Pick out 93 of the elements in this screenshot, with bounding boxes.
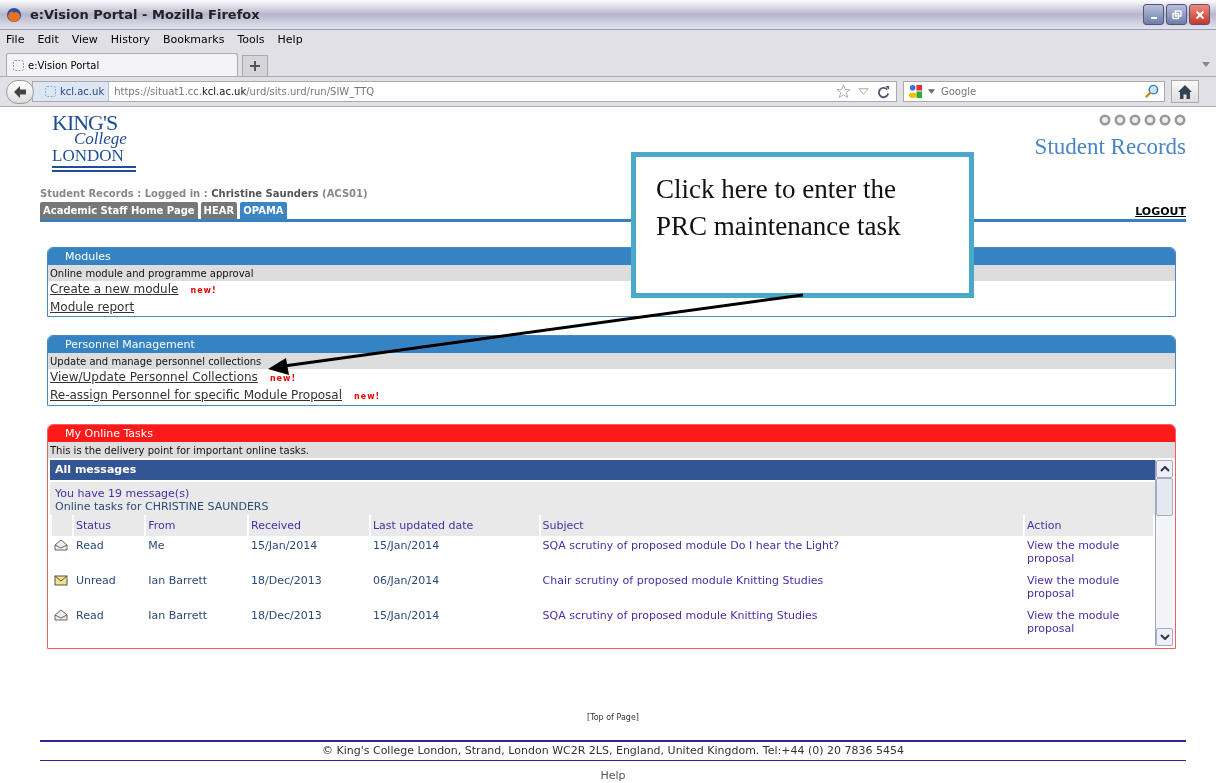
callout-box: Click here to enter the PRC maintenance task	[631, 152, 974, 298]
nav-circle-icon[interactable]	[1174, 114, 1186, 126]
envelope-icon	[54, 574, 68, 586]
menu-item[interactable]: Tools	[237, 33, 265, 46]
caret-icon[interactable]	[928, 89, 935, 94]
scrollbar[interactable]	[1155, 460, 1173, 646]
restore-button[interactable]	[1166, 4, 1187, 25]
search-engine-icon[interactable]	[908, 84, 923, 99]
page-icon	[13, 59, 24, 71]
scroll-up-icon[interactable]	[1159, 466, 1170, 472]
open-envelope-icon	[54, 609, 68, 621]
date-cell-text: 18/Dec/2013	[250, 608, 323, 624]
panel-link[interactable]: Re-assign Personnel for specific Module Proposal	[50, 387, 343, 404]
plus-icon	[250, 61, 260, 71]
back-button[interactable]	[6, 79, 34, 104]
site-title: Student Records	[1034, 134, 1186, 160]
action-link[interactable]: View the module proposal	[1027, 574, 1151, 600]
message-count: You have 19 message(s)	[55, 487, 190, 500]
column-header: Action	[1025, 515, 1153, 536]
menu-item[interactable]: History	[110, 33, 150, 46]
from-cell-text: Ian Barrett	[147, 608, 209, 624]
subject-link[interactable]: Chair scrutiny of proposed module Knitting Studies	[542, 574, 824, 587]
new-label: new!	[354, 391, 381, 403]
column-header: Status	[74, 515, 145, 536]
close-button[interactable]	[1189, 4, 1210, 25]
panel-header: My Online Tasks	[48, 425, 1175, 442]
date-cell-text: 15/Jan/2014	[371, 608, 441, 624]
action-link[interactable]: View the module proposal	[1027, 609, 1151, 635]
from-cell-text: Ian Barrett	[147, 573, 209, 589]
open-envelope-icon	[54, 539, 68, 551]
window-title: e:Vision Portal - Mozilla Firefox	[30, 7, 260, 22]
date-cell-text: 15/Jan/2014	[250, 538, 319, 554]
menu-item[interactable]: Help	[277, 33, 303, 46]
messages-header: All messages	[50, 460, 1155, 480]
menu-item[interactable]: Edit	[37, 33, 59, 46]
college-logo: KING'S College LONDON	[52, 112, 136, 184]
subject-link[interactable]: SQA scrutiny of proposed module Do I hear the Light?	[542, 539, 840, 552]
search-icon[interactable]	[1144, 84, 1159, 99]
date-cell-text: 06/Jan/2014	[371, 573, 441, 589]
home-button[interactable]	[1171, 80, 1199, 103]
minimize-button[interactable]	[1143, 4, 1164, 25]
owner-label: Online tasks for CHRISTINE SAUNDERS	[55, 500, 269, 513]
help-link[interactable]: Help	[600, 769, 626, 782]
login-status: Student Records : Logged in : Christine Saunders (ACS01)	[40, 188, 368, 199]
nav-circle-icon[interactable]	[1129, 114, 1141, 126]
menu-item[interactable]: File	[6, 33, 25, 46]
status-cell-text: Read	[75, 538, 105, 554]
panel-link[interactable]: View/Update Personnel Collections	[50, 369, 258, 386]
column-header: Received	[249, 515, 369, 536]
panel-link[interactable]: Create a new module	[50, 281, 179, 298]
new-tab-button[interactable]	[242, 55, 268, 76]
scrollbar-thumb[interactable]	[1156, 478, 1173, 516]
panel-description: Update and manage personnel collections	[48, 353, 1175, 369]
from-cell-text: Me	[147, 538, 166, 554]
panel-link[interactable]: Module report	[50, 299, 135, 316]
panel-header: Personnel Management	[48, 336, 1175, 353]
column-header: Subject	[540, 515, 1023, 536]
copyright-text: © King's College London, Strand, London WC2R 2LS, England, United Kingdom. Tel:+44 (0) 20 7836 5454	[40, 742, 1186, 761]
nav-circle-icon[interactable]	[1099, 114, 1111, 126]
browser-tab[interactable]: e:Vision Portal	[6, 53, 238, 76]
page-tab[interactable]: HEAR	[200, 202, 238, 219]
column-header: From	[146, 515, 247, 536]
search-box[interactable]: Google	[903, 81, 1165, 102]
menu-item[interactable]: Bookmarks	[163, 33, 225, 46]
subject-link[interactable]: SQA scrutiny of proposed module Knitting Studies	[542, 609, 818, 622]
dropdown-icon[interactable]	[1202, 62, 1210, 67]
logout-link[interactable]: LOGOUT	[1135, 205, 1186, 219]
date-cell-text: 15/Jan/2014	[371, 538, 441, 554]
page-tab[interactable]: Academic Staff Home Page	[40, 202, 198, 219]
page-icon	[45, 86, 56, 97]
address-bar[interactable]: kcl.ac.uk https://situat1.cc.kcl.ac.uk/urd/sits.urd/run/SIW_TTQ	[32, 81, 897, 102]
new-label: new!	[269, 373, 297, 385]
home-icon	[1177, 83, 1193, 100]
close-icon	[1194, 9, 1205, 20]
star-icon[interactable]	[836, 84, 851, 99]
minimize-icon	[1150, 16, 1157, 19]
nav-circle-icon[interactable]	[1114, 114, 1126, 126]
new-label: new!	[190, 285, 217, 297]
top-of-page-link[interactable]: [Top of Page]	[587, 713, 639, 722]
status-cell-text: Read	[75, 608, 105, 624]
date-cell-text: 18/Dec/2013	[250, 573, 323, 589]
reload-icon[interactable]	[876, 84, 891, 99]
column-header: Last updated date	[370, 515, 539, 536]
panel-description: This is the delivery point for important online tasks.	[48, 442, 1175, 458]
menu-item[interactable]: View	[71, 33, 98, 46]
nav-circle-icon[interactable]	[1144, 114, 1156, 126]
scroll-down-icon[interactable]	[1159, 634, 1170, 640]
page-tab[interactable]: OPAMA	[240, 202, 287, 219]
browser-logo-icon	[6, 6, 22, 23]
status-cell-text: Unread	[75, 573, 117, 589]
action-link[interactable]: View the module proposal	[1027, 539, 1151, 565]
restore-icon	[1171, 9, 1182, 20]
nav-circle-icon[interactable]	[1159, 114, 1171, 126]
